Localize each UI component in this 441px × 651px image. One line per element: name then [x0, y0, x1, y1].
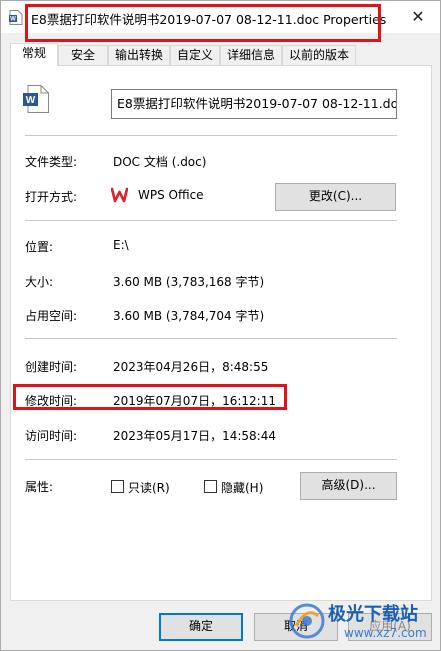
divider	[25, 338, 397, 339]
opens-with-label: 打开方式:	[25, 190, 78, 204]
properties-dialog: W E8票据打印软件说明书2019-07-07 08-12-11.doc Pro…	[0, 0, 441, 651]
window-title: E8票据打印软件说明书2019-07-07 08-12-11.doc Prope…	[31, 12, 387, 27]
advanced-button[interactable]: 高级(D)...	[300, 472, 397, 500]
word-doc-icon: W	[9, 10, 23, 25]
created-label: 创建时间:	[25, 360, 78, 374]
divider	[25, 459, 397, 460]
size-label: 大小:	[25, 275, 54, 289]
file-name-field[interactable]: E8票据打印软件说明书2019-07-07 08-12-11.doc	[111, 89, 397, 119]
accessed-label: 访问时间:	[25, 429, 78, 443]
opens-with-value: WPS Office	[138, 188, 204, 202]
wps-office-icon	[111, 187, 128, 203]
tab-details[interactable]: 详细信息	[220, 45, 282, 65]
size-on-disk-label: 占用空间:	[25, 309, 78, 323]
change-button[interactable]: 更改(C)...	[275, 183, 396, 211]
tab-custom[interactable]: 自定义	[170, 45, 220, 65]
tab-output-conversion[interactable]: 输出转换	[108, 45, 170, 65]
svg-text:W: W	[26, 95, 36, 106]
watermark-title: 极光下载站	[328, 604, 418, 625]
readonly-label: 只读(R)	[128, 481, 170, 495]
general-panel	[10, 65, 432, 601]
close-button[interactable]: ✕	[396, 1, 440, 32]
aurora-logo-icon	[289, 603, 325, 639]
site-watermark: 极光下载站 www.xz7.com	[284, 598, 434, 646]
ok-button[interactable]: 确定	[159, 613, 243, 641]
tab-security[interactable]: 安全	[58, 45, 108, 65]
hidden-label: 隐藏(H)	[221, 481, 264, 495]
size-on-disk-value: 3.60 MB (3,784,704 字节)	[113, 309, 265, 323]
divider	[25, 220, 397, 221]
accessed-value: 2023年05月17日，14:58:44	[113, 429, 276, 443]
divider	[25, 135, 397, 136]
close-icon: ✕	[411, 7, 425, 26]
file-type-label: 文件类型:	[25, 155, 78, 169]
svg-text:W: W	[10, 17, 16, 23]
created-value: 2023年04月26日，8:48:55	[113, 360, 269, 374]
size-value: 3.60 MB (3,783,168 字节)	[113, 275, 265, 289]
hidden-checkbox[interactable]	[204, 480, 217, 493]
modified-label: 修改时间:	[25, 394, 78, 408]
location-label: 位置:	[25, 240, 54, 254]
file-type-value: DOC 文档 (.doc)	[113, 155, 207, 169]
modified-value: 2019年07月07日，16:12:11	[113, 394, 276, 408]
readonly-checkbox[interactable]	[111, 480, 124, 493]
tab-general[interactable]: 常规	[10, 43, 58, 66]
location-value: E:\	[113, 238, 129, 252]
attributes-label: 属性:	[25, 480, 54, 494]
title-bar: W E8票据打印软件说明书2019-07-07 08-12-11.doc Pro…	[1, 1, 440, 33]
watermark-url: www.xz7.com	[344, 626, 427, 640]
word-doc-icon: W	[23, 85, 49, 113]
tab-previous-versions[interactable]: 以前的版本	[282, 45, 356, 65]
